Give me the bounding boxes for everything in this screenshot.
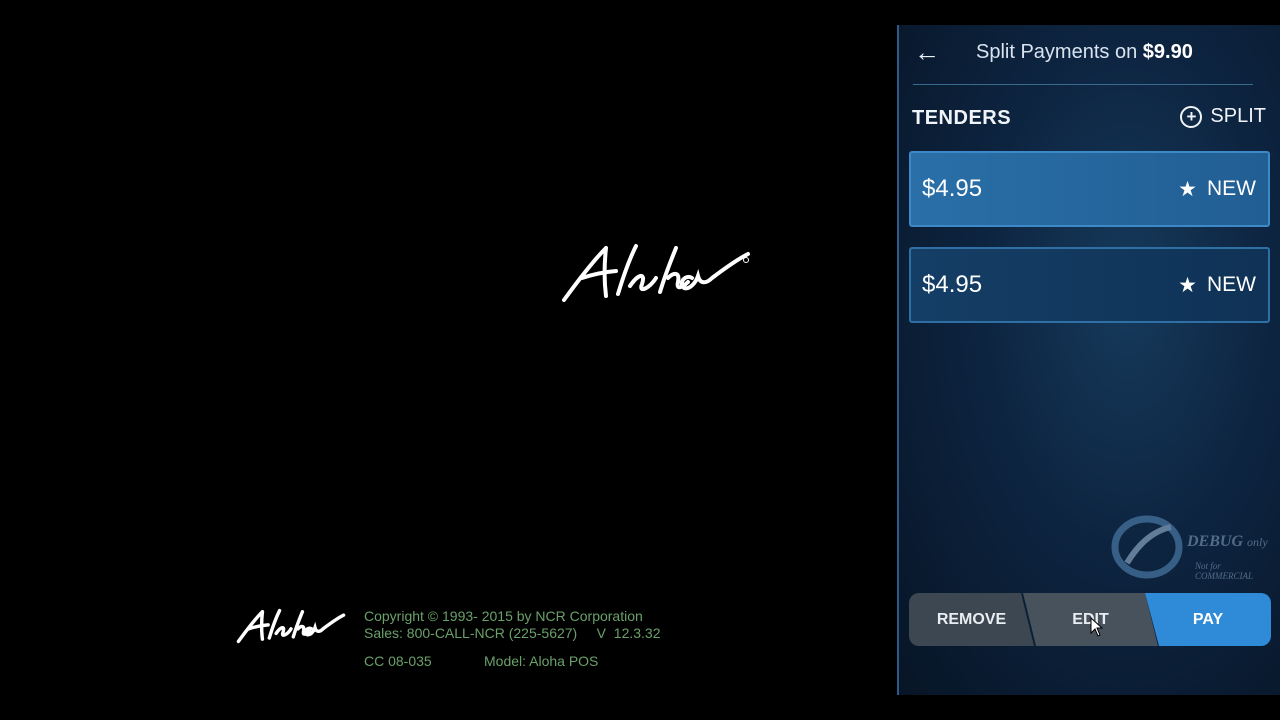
mouse-cursor-icon	[1090, 617, 1104, 637]
back-arrow-icon[interactable]: ←	[914, 37, 940, 68]
star-icon: ★	[1178, 177, 1197, 201]
split-payments-panel: ← Split Payments on $9.90 TENDERS + SPLI…	[897, 25, 1280, 695]
tender-amount: $4.95	[922, 175, 983, 202]
header-divider	[913, 84, 1253, 85]
cc-text: CC 08-035	[364, 653, 432, 669]
tender-row[interactable]: $4.95 ★ NEW	[909, 151, 1270, 227]
debug-text: DEBUG only	[1187, 533, 1268, 551]
star-icon: ★	[1178, 273, 1197, 297]
tender-amount: $4.95	[922, 271, 983, 298]
panel-title: Split Payments on $9.90	[976, 41, 1193, 64]
tender-status-label: NEW	[1207, 273, 1256, 296]
title-amount: $9.90	[1142, 41, 1193, 63]
model-text: Model: Aloha POS	[484, 653, 599, 669]
debug-suffix: only	[1247, 535, 1268, 549]
tender-row[interactable]: $4.95 ★ NEW	[909, 247, 1270, 323]
split-label: SPLIT	[1210, 105, 1266, 127]
aloha-logo	[562, 244, 750, 302]
remove-button[interactable]: REMOVE	[909, 593, 1034, 646]
panel-header: ← Split Payments on $9.90	[899, 25, 1280, 85]
ncr-swirl-icon	[1111, 515, 1183, 579]
aloha-logo-small	[236, 608, 346, 644]
tender-status: ★ NEW	[1178, 177, 1256, 202]
debug-watermark: DEBUG only Not for COMMERCIAL	[1109, 513, 1279, 583]
debug-main: DEBUG	[1187, 533, 1244, 550]
pay-button[interactable]: PAY	[1145, 593, 1271, 646]
title-prefix: Split Payments on	[976, 41, 1138, 63]
tender-status-label: NEW	[1207, 177, 1256, 200]
tenders-label: TENDERS	[912, 107, 1012, 129]
sales-text: Sales: 800-CALL-NCR (225-5627) V 12.3.32	[364, 625, 661, 641]
split-button[interactable]: + SPLIT	[1180, 105, 1266, 128]
copyright-text: Copyright © 1993- 2015 by NCR Corporatio…	[364, 608, 643, 624]
debug-subtext: Not for COMMERCIAL	[1195, 561, 1253, 581]
copyright-block: Copyright © 1993- 2015 by NCR Corporatio…	[364, 608, 661, 670]
tender-status: ★ NEW	[1178, 273, 1256, 298]
info-row: CC 08-035 Model: Aloha POS	[364, 653, 661, 670]
plus-circle-icon: +	[1180, 105, 1203, 128]
